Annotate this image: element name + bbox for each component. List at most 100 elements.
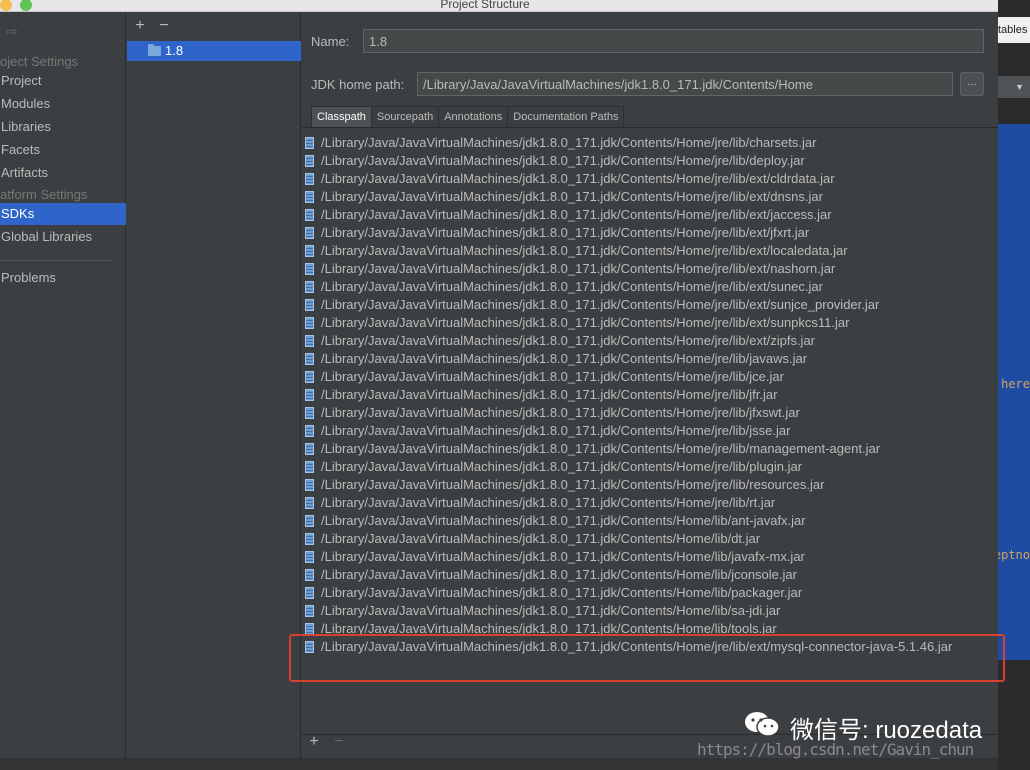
wechat-logo-icon xyxy=(745,712,780,737)
classpath-entry: /Library/Java/JavaVirtualMachines/jdk1.8… xyxy=(321,423,791,438)
jar-icon xyxy=(305,299,314,311)
background-tab-label: tables xyxy=(998,24,1028,36)
browse-button[interactable]: ... xyxy=(960,72,984,96)
nav-item-problems[interactable]: Problems xyxy=(0,267,126,289)
list-item[interactable]: /Library/Java/JavaVirtualMachines/jdk1.8… xyxy=(302,332,998,350)
classpath-entry: /Library/Java/JavaVirtualMachines/jdk1.8… xyxy=(321,207,832,222)
list-item[interactable]: /Library/Java/JavaVirtualMachines/jdk1.8… xyxy=(302,386,998,404)
classpath-entry: /Library/Java/JavaVirtualMachines/jdk1.8… xyxy=(321,585,803,600)
jar-icon xyxy=(305,245,314,257)
watermark-url: https://blog.csdn.net/Gavin_chun xyxy=(697,740,974,759)
classpath-entry: /Library/Java/JavaVirtualMachines/jdk1.8… xyxy=(321,639,953,654)
background-editor-window: tables ▼ here eptno xyxy=(998,0,1030,770)
classpath-entry: /Library/Java/JavaVirtualMachines/jdk1.8… xyxy=(321,135,817,150)
nav-section-project-settings: oject Settings xyxy=(0,54,79,69)
navigate-arrow-icon[interactable]: ⇨ xyxy=(6,23,18,40)
list-item[interactable]: /Library/Java/JavaVirtualMachines/jdk1.8… xyxy=(302,224,998,242)
add-sdk-button[interactable]: + xyxy=(132,18,148,34)
classpath-entry: /Library/Java/JavaVirtualMachines/jdk1.8… xyxy=(321,315,850,330)
jar-icon xyxy=(305,461,314,473)
classpath-entry: /Library/Java/JavaVirtualMachines/jdk1.8… xyxy=(321,279,823,294)
classpath-entry: /Library/Java/JavaVirtualMachines/jdk1.8… xyxy=(321,387,778,402)
list-item[interactable]: /Library/Java/JavaVirtualMachines/jdk1.8… xyxy=(302,458,998,476)
list-item[interactable]: /Library/Java/JavaVirtualMachines/jdk1.8… xyxy=(302,620,998,638)
classpath-entry: /Library/Java/JavaVirtualMachines/jdk1.8… xyxy=(321,495,776,510)
list-item[interactable]: /Library/Java/JavaVirtualMachines/jdk1.8… xyxy=(302,152,998,170)
list-item[interactable]: /Library/Java/JavaVirtualMachines/jdk1.8… xyxy=(302,548,998,566)
list-item[interactable]: /Library/Java/JavaVirtualMachines/jdk1.8… xyxy=(302,314,998,332)
tab-annotations[interactable]: Annotations xyxy=(438,106,509,127)
jar-icon xyxy=(305,623,314,635)
bottom-strip xyxy=(0,758,998,770)
tab-documentation-paths[interactable]: Documentation Paths xyxy=(507,106,625,127)
list-item[interactable]: /Library/Java/JavaVirtualMachines/jdk1.8… xyxy=(302,602,998,620)
classpath-entry: /Library/Java/JavaVirtualMachines/jdk1.8… xyxy=(321,477,825,492)
nav-item-sdks[interactable]: SDKs xyxy=(0,203,126,225)
classpath-entry: /Library/Java/JavaVirtualMachines/jdk1.8… xyxy=(321,171,835,186)
list-item[interactable]: /Library/Java/JavaVirtualMachines/jdk1.8… xyxy=(302,476,998,494)
jar-icon xyxy=(305,173,314,185)
list-item[interactable]: /Library/Java/JavaVirtualMachines/jdk1.8… xyxy=(302,206,998,224)
list-item[interactable]: /Library/Java/JavaVirtualMachines/jdk1.8… xyxy=(302,512,998,530)
list-item[interactable]: /Library/Java/JavaVirtualMachines/jdk1.8… xyxy=(302,260,998,278)
nav-item-global-libraries[interactable]: Global Libraries xyxy=(0,226,126,248)
list-item-highlighted[interactable]: /Library/Java/JavaVirtualMachines/jdk1.8… xyxy=(302,638,998,656)
jar-icon xyxy=(305,281,314,293)
nav-item-libraries[interactable]: Libraries xyxy=(0,116,126,138)
sdk-list-item[interactable]: 1.8 xyxy=(127,41,301,61)
jar-icon xyxy=(305,263,314,275)
list-item[interactable]: /Library/Java/JavaVirtualMachines/jdk1.8… xyxy=(302,422,998,440)
list-item[interactable]: /Library/Java/JavaVirtualMachines/jdk1.8… xyxy=(302,566,998,584)
list-item[interactable]: /Library/Java/JavaVirtualMachines/jdk1.8… xyxy=(302,242,998,260)
list-item[interactable]: /Library/Java/JavaVirtualMachines/jdk1.8… xyxy=(302,530,998,548)
nav-divider xyxy=(0,260,112,261)
remove-classpath-button[interactable]: − xyxy=(331,734,347,750)
jar-icon xyxy=(305,551,314,563)
nav-item-facets[interactable]: Facets xyxy=(0,139,126,161)
classpath-list[interactable]: /Library/Java/JavaVirtualMachines/jdk1.8… xyxy=(302,127,998,735)
jar-icon xyxy=(305,155,314,167)
jdk-home-path-field[interactable] xyxy=(417,72,953,96)
add-classpath-button[interactable]: + xyxy=(306,734,322,750)
classpath-entry: /Library/Java/JavaVirtualMachines/jdk1.8… xyxy=(321,441,881,456)
background-code-word: eptno xyxy=(998,548,1030,562)
list-item[interactable]: /Library/Java/JavaVirtualMachines/jdk1.8… xyxy=(302,404,998,422)
jar-icon xyxy=(305,389,314,401)
remove-sdk-button[interactable]: − xyxy=(156,18,172,34)
list-item[interactable]: /Library/Java/JavaVirtualMachines/jdk1.8… xyxy=(302,296,998,314)
background-editor: here eptno xyxy=(998,124,1030,660)
background-code-word: here xyxy=(1001,377,1030,391)
chevron-down-icon: ▼ xyxy=(1015,82,1024,92)
detail-tabs: Classpath Sourcepath Annotations Documen… xyxy=(311,106,625,127)
list-item[interactable]: /Library/Java/JavaVirtualMachines/jdk1.8… xyxy=(302,134,998,152)
tab-classpath[interactable]: Classpath xyxy=(311,106,372,127)
jar-icon xyxy=(305,515,314,527)
list-item[interactable]: /Library/Java/JavaVirtualMachines/jdk1.8… xyxy=(302,494,998,512)
jar-icon xyxy=(305,335,314,347)
list-item[interactable]: /Library/Java/JavaVirtualMachines/jdk1.8… xyxy=(302,278,998,296)
classpath-entry: /Library/Java/JavaVirtualMachines/jdk1.8… xyxy=(321,369,784,384)
nav-item-artifacts[interactable]: Artifacts xyxy=(0,162,126,184)
list-item[interactable]: /Library/Java/JavaVirtualMachines/jdk1.8… xyxy=(302,350,998,368)
sdk-detail-pane: Name: JDK home path: ... Classpath Sourc… xyxy=(289,13,1005,770)
jar-icon xyxy=(305,497,314,509)
classpath-entry: /Library/Java/JavaVirtualMachines/jdk1.8… xyxy=(321,351,808,366)
jar-icon xyxy=(305,425,314,437)
jar-icon xyxy=(305,407,314,419)
nav-item-modules[interactable]: Modules xyxy=(0,93,126,115)
classpath-entry: /Library/Java/JavaVirtualMachines/jdk1.8… xyxy=(321,189,823,204)
tab-sourcepath[interactable]: Sourcepath xyxy=(370,106,440,127)
classpath-entry: /Library/Java/JavaVirtualMachines/jdk1.8… xyxy=(321,153,805,168)
list-item[interactable]: /Library/Java/JavaVirtualMachines/jdk1.8… xyxy=(302,188,998,206)
nav-section-platform-settings: atform Settings xyxy=(0,187,88,202)
list-item[interactable]: /Library/Java/JavaVirtualMachines/jdk1.8… xyxy=(302,170,998,188)
classpath-entry: /Library/Java/JavaVirtualMachines/jdk1.8… xyxy=(321,567,797,582)
classpath-entry: /Library/Java/JavaVirtualMachines/jdk1.8… xyxy=(321,261,836,276)
jar-icon xyxy=(305,605,314,617)
list-item[interactable]: /Library/Java/JavaVirtualMachines/jdk1.8… xyxy=(302,440,998,458)
name-field[interactable] xyxy=(363,29,984,53)
nav-item-project[interactable]: Project xyxy=(0,70,126,92)
list-item[interactable]: /Library/Java/JavaVirtualMachines/jdk1.8… xyxy=(302,368,998,386)
background-tab: tables xyxy=(998,17,1030,43)
list-item[interactable]: /Library/Java/JavaVirtualMachines/jdk1.8… xyxy=(302,584,998,602)
